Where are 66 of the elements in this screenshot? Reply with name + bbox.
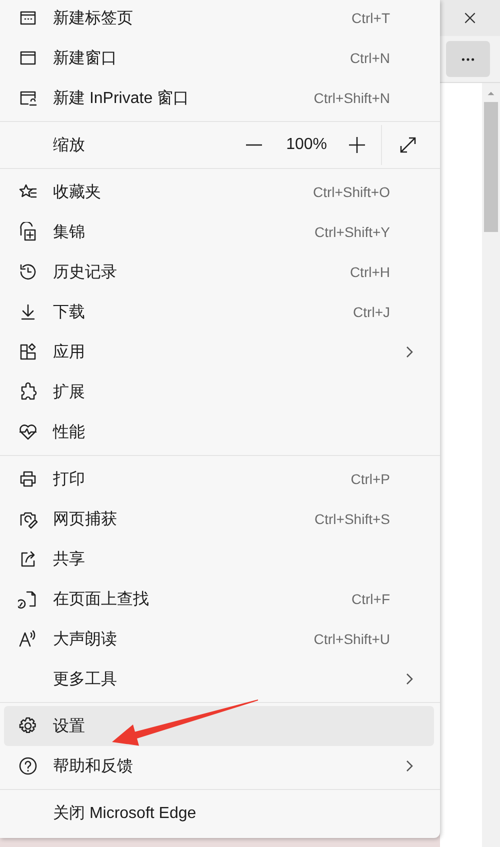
menu-label: 新建 InPrivate 窗口 xyxy=(53,88,190,108)
shortcut-text: Ctrl+Shift+Y xyxy=(314,224,390,240)
read-aloud-icon xyxy=(18,629,38,649)
menu-label: 应用 xyxy=(53,342,86,362)
history-icon xyxy=(18,262,38,282)
menu-item[interactable]: 网页捕获 Ctrl+Shift+S xyxy=(0,499,436,539)
printer-icon xyxy=(18,469,38,489)
menu-label: 大声朗读 xyxy=(53,630,118,650)
help-icon xyxy=(18,756,38,776)
menu-label: 新建标签页 xyxy=(53,8,134,28)
find-icon xyxy=(18,589,38,609)
menu-item[interactable]: 关闭 Microsoft Edge xyxy=(0,793,436,833)
menu-item[interactable]: 更多工具 xyxy=(0,659,436,699)
menu-item[interactable]: 设置 xyxy=(4,706,434,746)
menu-label: 设置 xyxy=(53,716,86,736)
heartbeat-icon xyxy=(18,422,38,442)
menu-label: 打印 xyxy=(53,470,86,490)
menu-item[interactable]: 应用 xyxy=(0,332,436,372)
menu-label: 关闭 Microsoft Edge xyxy=(53,804,198,824)
menu-label: 新建窗口 xyxy=(53,48,118,68)
menu-item[interactable]: 打印 Ctrl+P xyxy=(0,459,436,499)
shortcut-text: Ctrl+F xyxy=(352,591,390,607)
close-icon[interactable] xyxy=(462,10,478,26)
menu-label: 更多工具 xyxy=(53,670,118,690)
menu-item[interactable]: 帮助和反馈 xyxy=(0,746,436,786)
fullscreen-icon[interactable] xyxy=(398,135,418,155)
menu-item[interactable]: 性能 xyxy=(0,412,436,452)
menu-item[interactable]: 集锦 Ctrl+Shift+Y xyxy=(0,212,436,252)
menu-item[interactable]: 大声朗读 Ctrl+Shift+U xyxy=(0,619,436,659)
shortcut-text: Ctrl+Shift+S xyxy=(314,511,390,527)
shortcut-text: Ctrl+Shift+N xyxy=(314,90,390,106)
scroll-thumb[interactable] xyxy=(484,102,498,232)
menu-item[interactable]: 新建窗口 Ctrl+N xyxy=(0,38,436,78)
menu-item[interactable]: 扩展 xyxy=(0,372,436,412)
menu-label: 历史记录 xyxy=(53,262,118,282)
more-icon xyxy=(460,56,476,62)
plus-icon[interactable] xyxy=(347,135,367,155)
shortcut-text: Ctrl+H xyxy=(350,264,390,280)
zoom-value: 100% xyxy=(286,136,327,154)
menu-item[interactable]: 历史记录 Ctrl+H xyxy=(0,252,436,292)
menu-item[interactable]: 下载 Ctrl+J xyxy=(0,292,436,332)
menu-label: 性能 xyxy=(53,422,86,442)
apps-icon xyxy=(18,342,38,362)
shortcut-text: Ctrl+J xyxy=(353,304,390,320)
menu-label: 集锦 xyxy=(53,222,86,242)
menu-label: 收藏夹 xyxy=(53,182,102,202)
menu-item[interactable]: 收藏夹 Ctrl+Shift+O xyxy=(0,172,436,212)
menu-label: 下载 xyxy=(53,302,86,322)
menu-item[interactable]: 新建标签页 Ctrl+T xyxy=(0,0,436,38)
menu-label: 帮助和反馈 xyxy=(53,756,134,776)
shortcut-text: Ctrl+Shift+U xyxy=(314,631,390,647)
menu-label: 网页捕获 xyxy=(53,510,118,530)
menu-label: 缩放 xyxy=(53,136,86,156)
menu-item[interactable]: 在页面上查找 Ctrl+F xyxy=(0,579,436,619)
menu-label: 在页面上查找 xyxy=(53,590,150,610)
scrollbar[interactable] xyxy=(482,83,500,847)
shortcut-text: Ctrl+Shift+O xyxy=(312,184,390,200)
menu-label: 共享 xyxy=(53,550,86,570)
settings-icon xyxy=(18,716,38,736)
shortcut-text: Ctrl+N xyxy=(350,50,390,66)
menu-item[interactable]: 新建 InPrivate 窗口 Ctrl+Shift+N xyxy=(0,78,436,118)
shortcut-text: Ctrl+T xyxy=(352,10,390,26)
shortcut-text: Ctrl+P xyxy=(350,471,390,487)
collections-icon xyxy=(18,222,38,242)
menu-item[interactable]: 共享 xyxy=(0,539,436,579)
menu-label: 扩展 xyxy=(53,382,86,402)
